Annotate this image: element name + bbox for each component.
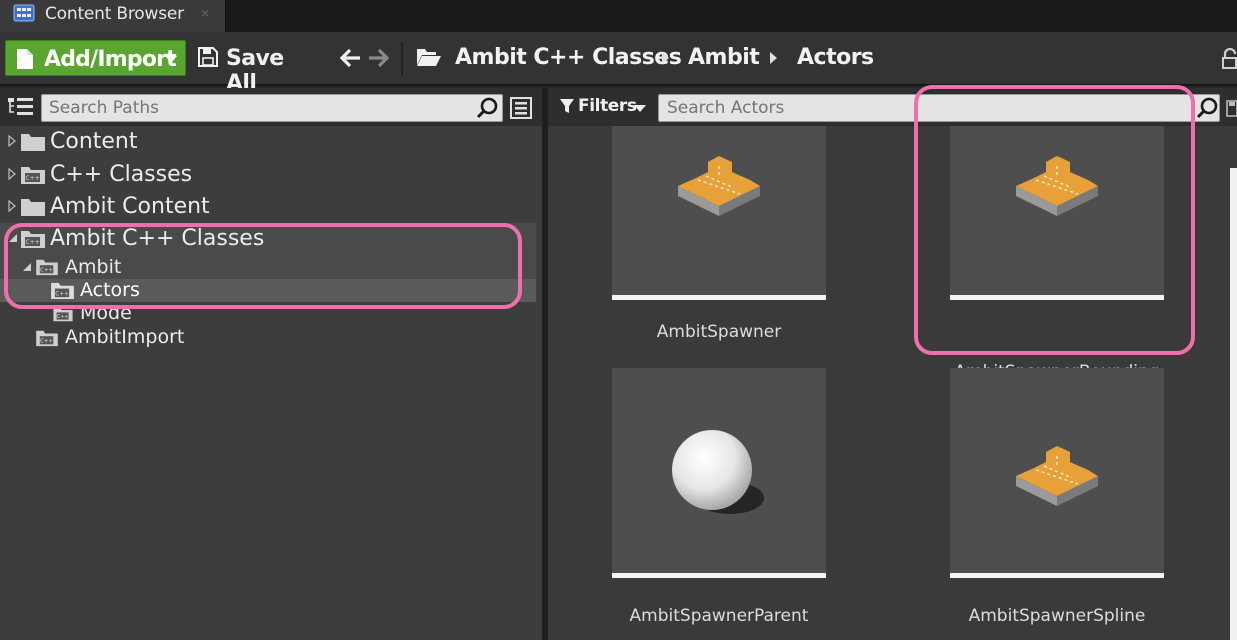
tree-item-label: Mode (80, 302, 132, 324)
svg-text:C++: C++ (25, 175, 39, 182)
sources-panel: Content C++ C++ Classes Ambit Content C+… (0, 88, 542, 640)
expand-arrow-icon[interactable] (8, 200, 16, 212)
add-import-label: Add/Import (44, 47, 177, 72)
tree-item-ambit-cpp-classes[interactable]: C++ Ambit C++ Classes (0, 223, 536, 255)
asset-thumbnail (612, 126, 826, 300)
search-icon[interactable] (476, 97, 498, 119)
tree-item-label: C++ Classes (50, 162, 193, 187)
cpp-folder-icon: C++ (51, 282, 74, 300)
collapse-arrow-icon[interactable] (22, 262, 32, 272)
chevron-down-icon (165, 56, 177, 63)
asset-type-bar (612, 295, 826, 300)
svg-text:C++: C++ (40, 268, 53, 274)
tree-item-actors[interactable]: C++ Actors (0, 279, 536, 302)
toolbar: Add/Import Save All Ambit C++ Classes Am… (0, 32, 1237, 96)
spawner-cross-icon (1016, 156, 1098, 216)
asset-thumbnail (612, 368, 826, 578)
view-options-icon[interactable] (510, 97, 532, 119)
details-panel-edge (1230, 168, 1237, 640)
asset-thumbnail (950, 368, 1164, 578)
save-disk-icon (198, 47, 218, 67)
asset-search-bar: Filters (548, 88, 1237, 126)
breadcrumb-actors[interactable]: Actors (797, 45, 874, 70)
svg-text:C++: C++ (25, 239, 39, 246)
svg-text:C++: C++ (57, 314, 68, 320)
tree-item-ambit[interactable]: C++ Ambit (0, 255, 536, 279)
content-browser-icon (13, 4, 35, 22)
save-all-button[interactable]: Save All (198, 40, 316, 96)
search-actors-input[interactable] (658, 94, 1220, 122)
asset-thumbnail (950, 126, 1164, 300)
chevron-down-icon (634, 105, 646, 112)
save-search-icon[interactable] (1226, 98, 1237, 118)
tab-content-browser[interactable]: Content Browser × (0, 0, 226, 32)
svg-text:C++: C++ (55, 291, 69, 297)
asset-view-panel: Filters AmbitSpawner (548, 88, 1237, 640)
folder-icon (21, 134, 45, 151)
sphere-icon (672, 430, 764, 514)
toolbar-divider (401, 42, 403, 76)
expand-arrow-icon[interactable] (8, 168, 16, 180)
tree-item-content[interactable]: Content (0, 127, 536, 157)
cpp-folder-icon: C++ (36, 330, 58, 347)
search-icon[interactable] (1196, 97, 1218, 119)
tree-item-label: Actors (80, 279, 140, 301)
sources-toggle-icon[interactable] (8, 96, 34, 118)
tree-item-label: AmbitImport (65, 326, 185, 348)
asset-name: AmbitSpawnerSpline (968, 606, 1146, 626)
breadcrumb-ambit[interactable]: Ambit (688, 45, 760, 70)
tab-close-icon[interactable]: × (201, 5, 209, 21)
tree-item-ambit-import[interactable]: C++ AmbitImport (0, 325, 536, 351)
tab-title: Content Browser (45, 4, 184, 24)
spawner-cross-icon (1016, 446, 1098, 506)
folder-icon (21, 199, 45, 216)
collapse-arrow-icon[interactable] (8, 233, 18, 243)
asset-type-bar (950, 295, 1164, 300)
open-folder-icon[interactable] (416, 46, 442, 68)
search-paths-input[interactable] (41, 94, 503, 122)
asset-type-bar (612, 573, 826, 578)
asset-type-bar (950, 573, 1164, 578)
new-document-icon (17, 49, 33, 69)
tree-item-label: Ambit Content (50, 194, 210, 219)
filter-funnel-icon (560, 99, 574, 113)
breadcrumb-separator-icon[interactable] (770, 52, 777, 64)
cpp-folder-icon: C++ (36, 259, 58, 276)
spawner-cross-icon (678, 156, 760, 216)
filters-label: Filters (578, 96, 637, 116)
tree-item-label: Ambit (65, 256, 122, 278)
tab-strip: Content Browser × (0, 0, 1237, 32)
sources-search-bar (0, 88, 542, 126)
tree-item-label: Ambit C++ Classes (50, 226, 265, 251)
asset-name: AmbitSpawnerParent (629, 606, 809, 626)
tree-item-label: Content (50, 129, 138, 154)
add-import-button[interactable]: Add/Import (5, 40, 186, 76)
cpp-folder-icon: C++ (21, 231, 45, 248)
back-arrow-icon[interactable] (338, 46, 362, 70)
expand-arrow-icon[interactable] (8, 135, 16, 147)
asset-name: AmbitSpawner (656, 322, 782, 342)
tree-item-cpp-classes[interactable]: C++ C++ Classes (0, 160, 536, 190)
breadcrumb-ambit-cpp-classes[interactable]: Ambit C++ Classes (455, 45, 682, 70)
tree-item-mode[interactable]: C++ Mode (0, 302, 536, 324)
svg-text:C++: C++ (40, 339, 53, 345)
breadcrumb-separator-icon[interactable] (662, 52, 669, 64)
cpp-folder-icon: C++ (53, 307, 73, 322)
filters-button[interactable]: Filters (560, 96, 652, 120)
tree-item-ambit-content[interactable]: Ambit Content (0, 192, 536, 222)
cpp-folder-icon: C++ (21, 167, 45, 184)
forward-arrow-icon[interactable] (367, 46, 391, 70)
lock-icon[interactable] (1222, 48, 1237, 70)
